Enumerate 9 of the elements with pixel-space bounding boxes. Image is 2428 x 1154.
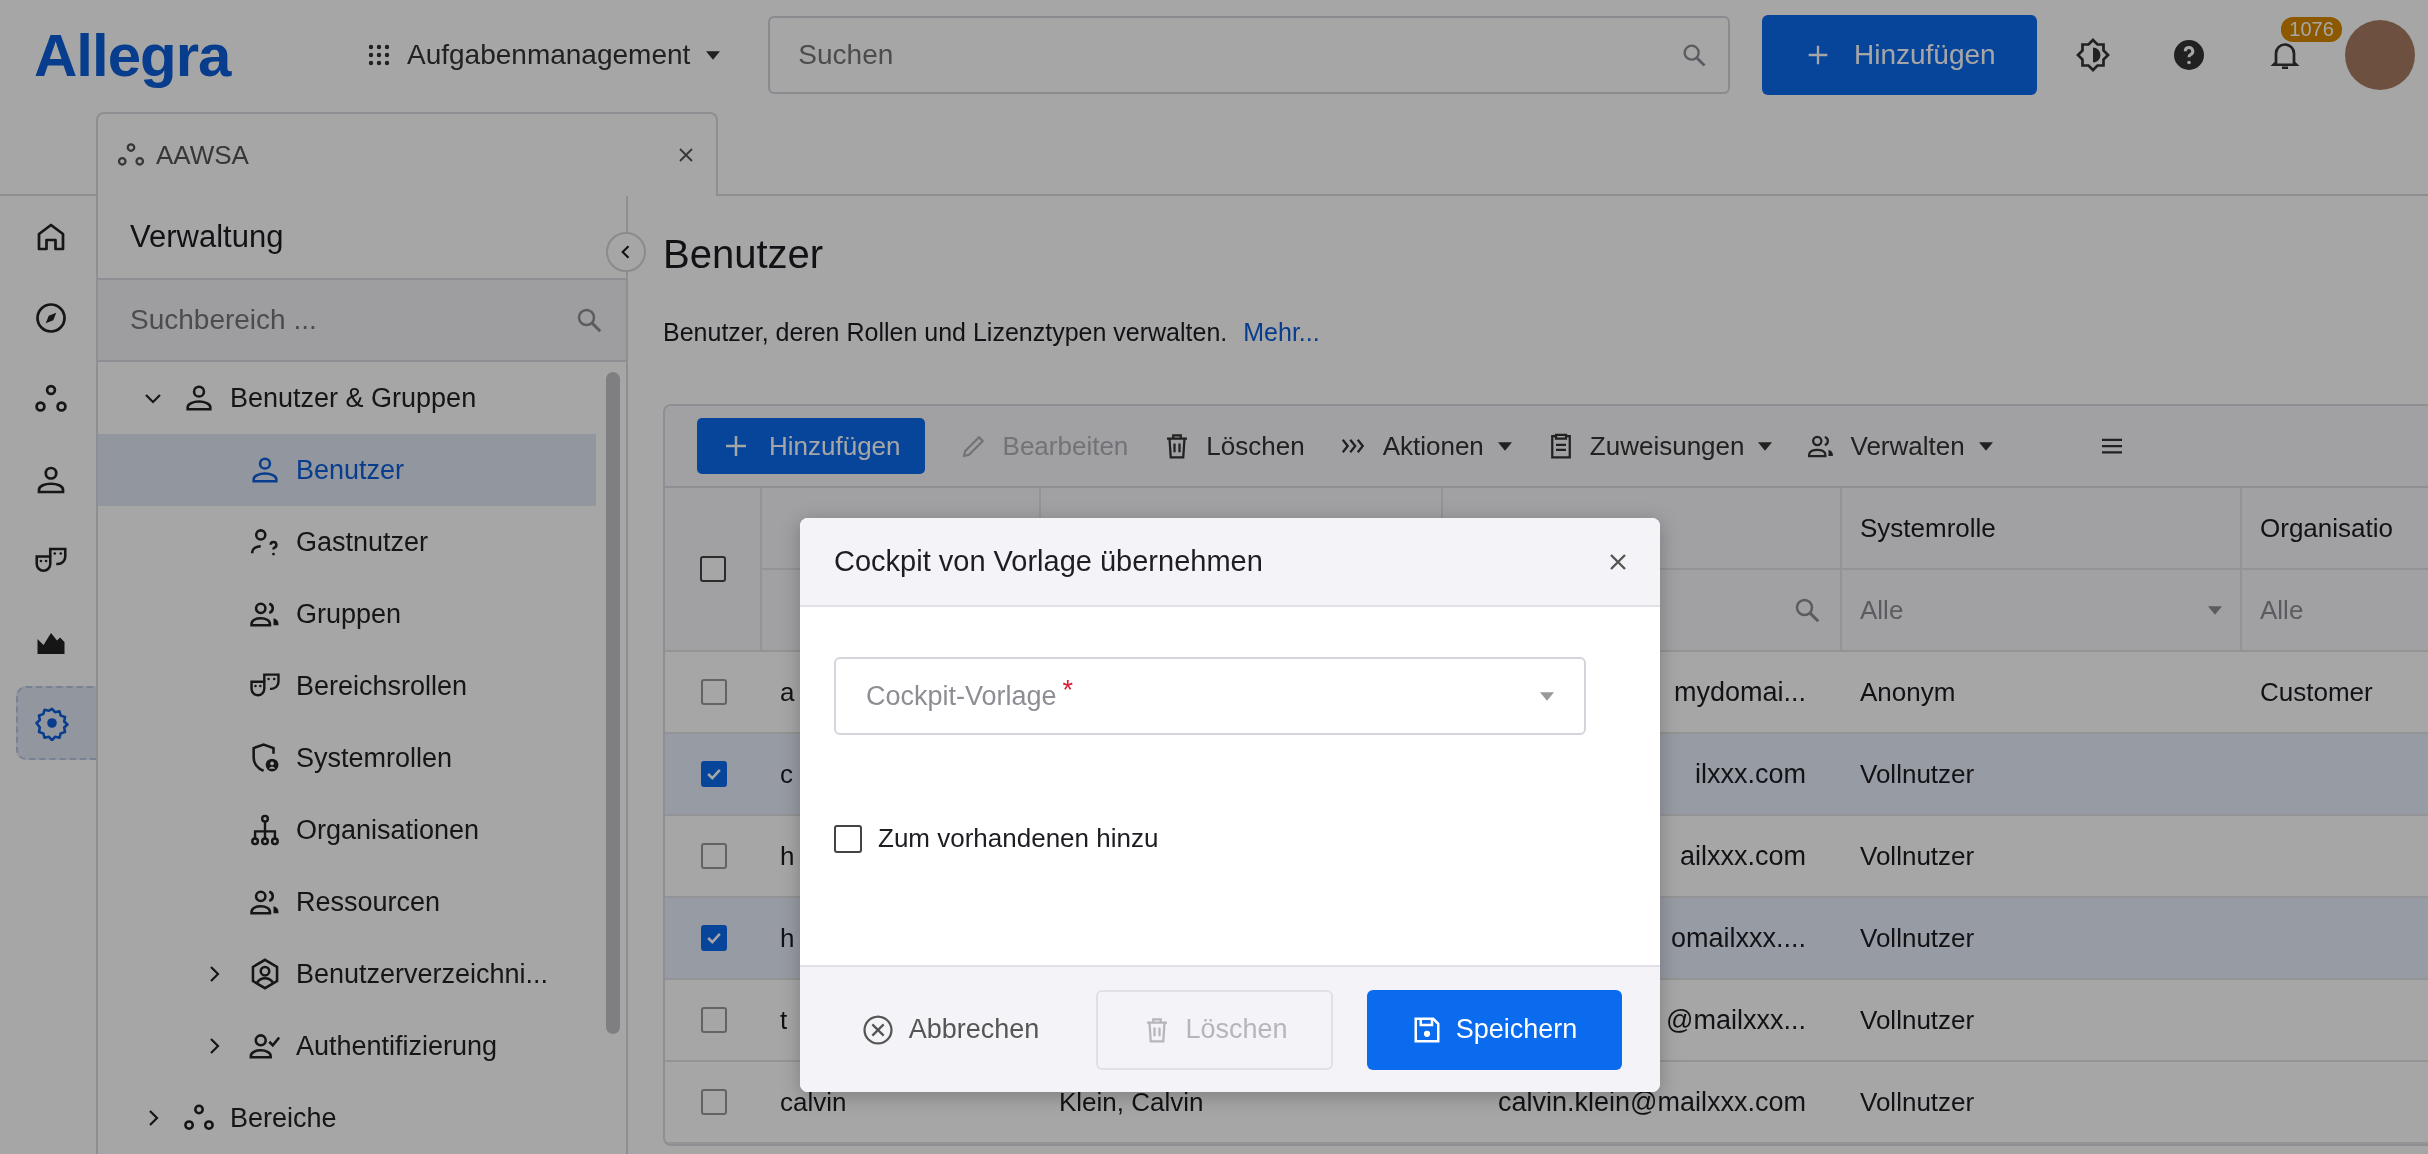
- dialog-title: Cockpit von Vorlage übernehmen: [834, 545, 1263, 578]
- table-cell: Vollnutzer: [1842, 734, 2242, 816]
- page-description: Benutzer, deren Rollen und Lizenztypen verwalten.: [663, 317, 1228, 347]
- required-mark: *: [1062, 675, 1074, 706]
- table-cell: Vollnutzer: [1842, 980, 2242, 1062]
- table-cell: Vollnutzer: [1842, 898, 2242, 980]
- table-cell: Vollnutzer: [1842, 1062, 2242, 1144]
- page-title: Benutzer: [663, 232, 825, 278]
- notification-count: 1076: [2281, 17, 2342, 42]
